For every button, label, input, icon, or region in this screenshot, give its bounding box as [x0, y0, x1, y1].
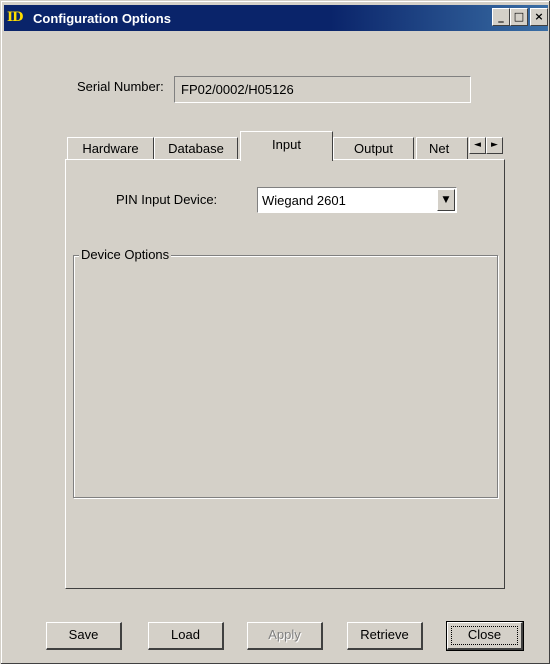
tab-scroll-right-icon[interactable]: ► — [486, 137, 503, 154]
retrieve-button[interactable]: Retrieve — [347, 622, 423, 650]
apply-button-label: Apply — [268, 627, 301, 642]
tab-network[interactable]: Net — [416, 137, 468, 159]
pin-input-label: PIN Input Device: — [116, 192, 218, 207]
device-options-label: Device Options — [79, 247, 172, 262]
serial-number-label: Serial Number: — [77, 79, 164, 94]
tab-input[interactable]: Input — [240, 131, 333, 161]
serial-number-field: FP02/0002/H05126 — [174, 76, 471, 103]
load-button[interactable]: Load — [148, 622, 224, 650]
tab-output[interactable]: Output — [333, 137, 414, 159]
close-window-button[interactable]: × — [530, 8, 548, 26]
pin-input-value: Wiegand 2601 — [262, 193, 346, 208]
tab-database[interactable]: Database — [154, 137, 238, 159]
window-title: Configuration Options — [33, 10, 171, 26]
serial-number-value: FP02/0002/H05126 — [181, 82, 294, 97]
tab-scroll-left-icon[interactable]: ◄ — [469, 137, 486, 154]
apply-button[interactable]: Apply — [247, 622, 323, 650]
close-button-label: Close — [467, 627, 502, 642]
maximize-button[interactable]: □ — [510, 8, 528, 26]
config-window: ID Configuration Options _ □ × Serial Nu… — [0, 0, 550, 664]
tab-strip: Hardware Database Input Output Net ◄ ► — [65, 131, 505, 161]
load-button-label: Load — [171, 627, 200, 642]
retrieve-button-label: Retrieve — [360, 627, 409, 642]
chevron-down-icon[interactable]: ▼ — [437, 189, 455, 211]
minimize-button[interactable]: _ — [492, 8, 510, 26]
save-button-label: Save — [68, 627, 99, 642]
id-app-icon: ID — [7, 10, 23, 25]
tab-hardware[interactable]: Hardware — [67, 137, 154, 159]
title-bar[interactable]: ID Configuration Options _ □ × — [4, 5, 548, 31]
device-options-group — [73, 255, 498, 498]
save-button[interactable]: Save — [46, 622, 122, 650]
close-button[interactable]: Close — [446, 621, 524, 651]
pin-input-device-select[interactable]: Wiegand 2601 ▼ — [257, 187, 457, 213]
